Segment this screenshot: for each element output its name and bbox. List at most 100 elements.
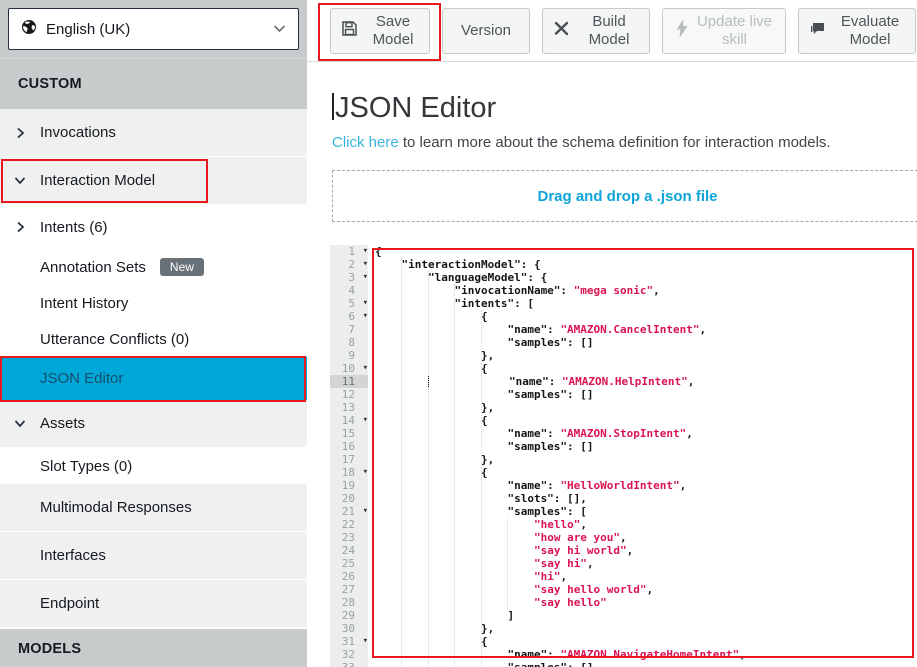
sidebar-item-annotation-sets[interactable]: Annotation Sets New <box>0 249 307 285</box>
code-line: "say hello world", <box>368 583 917 596</box>
version-button[interactable]: Version <box>442 8 530 54</box>
alexa-developer-console: English (UK) CUSTOM InvocationsInteracti… <box>0 0 917 667</box>
code-line: "samples": [] <box>368 388 917 401</box>
code-line: ] <box>368 609 917 622</box>
code-line: { <box>368 414 917 427</box>
gutter-line-number: 9 <box>330 349 368 362</box>
gutter-line-number: 17 <box>330 453 368 466</box>
code-line: "say hello" <box>368 596 917 609</box>
sidebar-item-label: Assets <box>40 415 85 432</box>
code-line: "name": "AMAZON.StopIntent", <box>368 427 917 440</box>
gutter-line-number: 15 <box>330 427 368 440</box>
code-line: { <box>368 466 917 479</box>
gutter-line-number: 5▾ <box>330 297 368 310</box>
json-dropzone[interactable]: Drag and drop a .json file <box>332 170 917 222</box>
sidebar-item-multimodal-responses[interactable]: Multimodal Responses <box>0 484 307 532</box>
sidebar-item-utterance-conflicts-0[interactable]: Utterance Conflicts (0) <box>0 321 307 357</box>
gutter-line-number: 11 <box>330 375 368 388</box>
dropzone-label: Drag and drop a .json file <box>537 188 717 205</box>
code-line: "slots": [], <box>368 492 917 505</box>
page-title: JSON Editor <box>332 92 917 125</box>
gutter-line-number: 25 <box>330 557 368 570</box>
code-line: "languageModel": { <box>368 271 917 284</box>
gutter-line-number: 18▾ <box>330 466 368 479</box>
code-line: }, <box>368 349 917 362</box>
language-area: English (UK) <box>0 0 307 59</box>
code-line: { <box>368 635 917 648</box>
gutter-line-number: 31▾ <box>330 635 368 648</box>
toolbar-button-label: Update live skill <box>697 13 773 48</box>
sidebar-item-label: JSON Editor <box>40 370 123 387</box>
lightning-icon <box>676 20 688 41</box>
sidebar-item-label: Annotation Sets <box>40 259 146 276</box>
build-model-button[interactable]: Build Model <box>542 8 650 54</box>
gutter-line-number: 23 <box>330 531 368 544</box>
chevron-down-icon <box>0 176 40 185</box>
gutter-line-number: 8 <box>330 336 368 349</box>
chevron-right-icon <box>0 221 40 233</box>
sidebar-item-interaction-model[interactable]: Interaction Model <box>0 157 307 205</box>
code-line: "say hi", <box>368 557 917 570</box>
sidebar-item-intent-history[interactable]: Intent History <box>0 285 307 321</box>
sidebar-item-interfaces[interactable]: Interfaces <box>0 532 307 580</box>
toolbar-button-label: Save Model <box>367 13 419 48</box>
gutter-line-number: 13 <box>330 401 368 414</box>
globe-icon <box>21 19 37 40</box>
gutter-line-number: 16 <box>330 440 368 453</box>
sidebar-item-label: Intents (6) <box>40 219 108 236</box>
gutter-line-number: 20 <box>330 492 368 505</box>
gutter-line-number: 4 <box>330 284 368 297</box>
gutter-line-number: 12 <box>330 388 368 401</box>
sidebar-item-slot-types-0[interactable]: Slot Types (0) <box>0 448 307 484</box>
save-model-button[interactable]: Save Model <box>330 8 430 54</box>
code-line: }, <box>368 453 917 466</box>
code-line: "say hi world", <box>368 544 917 557</box>
sidebar-item-assets[interactable]: Assets <box>0 400 307 448</box>
gutter-line-number: 26 <box>330 570 368 583</box>
gutter-line-number: 19 <box>330 479 368 492</box>
gutter-line-number: 29 <box>330 609 368 622</box>
gutter-line-number: 2▾ <box>330 258 368 271</box>
code-line: "invocationName": "mega sonic", <box>368 284 917 297</box>
code-editor: 1▾2▾3▾45▾6▾78910▾11121314▾15161718▾19202… <box>330 245 917 667</box>
code-line: "intents": [ <box>368 297 917 310</box>
gutter-line-number: 10▾ <box>330 362 368 375</box>
text-cursor <box>332 93 334 120</box>
code-line: "interactionModel": { <box>368 258 917 271</box>
sidebar-item-label: Interaction Model <box>40 172 155 189</box>
sidebar-item-json-editor[interactable]: JSON Editor <box>0 357 307 400</box>
sidebar: English (UK) CUSTOM InvocationsInteracti… <box>0 0 307 667</box>
sidebar-item-label: Slot Types (0) <box>40 458 132 475</box>
gutter-line-number: 28 <box>330 596 368 609</box>
section-header-models: MODELS <box>0 629 307 667</box>
toolbar: Save Model Version Build Model Update live … <box>307 0 917 62</box>
code-line: "name": "HelloWorldIntent", <box>368 479 917 492</box>
gutter-line-number: 33 <box>330 661 368 667</box>
code-line: }, <box>368 401 917 414</box>
gutter-line-number: 7 <box>330 323 368 336</box>
gutter-line-number: 21▾ <box>330 505 368 518</box>
code-line: "name": "AMAZON.NavigateHomeIntent", <box>368 648 917 661</box>
code-line: "hello", <box>368 518 917 531</box>
evaluate-model-button[interactable]: Evaluate Model <box>798 8 916 54</box>
sidebar-item-intents-6[interactable]: Intents (6) <box>0 205 307 249</box>
click-here-link[interactable]: Click here <box>332 134 399 151</box>
editor-code-area[interactable]: { "interactionModel": { "languageModel":… <box>368 245 917 667</box>
new-badge: New <box>160 258 204 276</box>
toolbar-button-label: Version <box>461 22 511 39</box>
sidebar-item-label: Endpoint <box>40 595 99 612</box>
gutter-line-number: 1▾ <box>330 245 368 258</box>
gutter-line-number: 14▾ <box>330 414 368 427</box>
gutter-line-number: 24 <box>330 544 368 557</box>
chevron-down-icon <box>273 20 286 38</box>
editor-gutter: 1▾2▾3▾45▾6▾78910▾11121314▾15161718▾19202… <box>330 245 368 667</box>
code-line: "name": "AMAZON.CancelIntent", <box>368 323 917 336</box>
sidebar-item-label: Intent History <box>40 295 128 312</box>
sidebar-item-endpoint[interactable]: Endpoint <box>0 580 307 628</box>
schema-help-text: Click here to learn more about the schem… <box>332 134 917 151</box>
language-selector[interactable]: English (UK) <box>8 8 299 50</box>
json-editor-page: JSON Editor Click here to learn more abo… <box>307 62 917 667</box>
code-line: "hi", <box>368 570 917 583</box>
gutter-line-number: 22 <box>330 518 368 531</box>
sidebar-item-invocations[interactable]: Invocations <box>0 109 307 157</box>
